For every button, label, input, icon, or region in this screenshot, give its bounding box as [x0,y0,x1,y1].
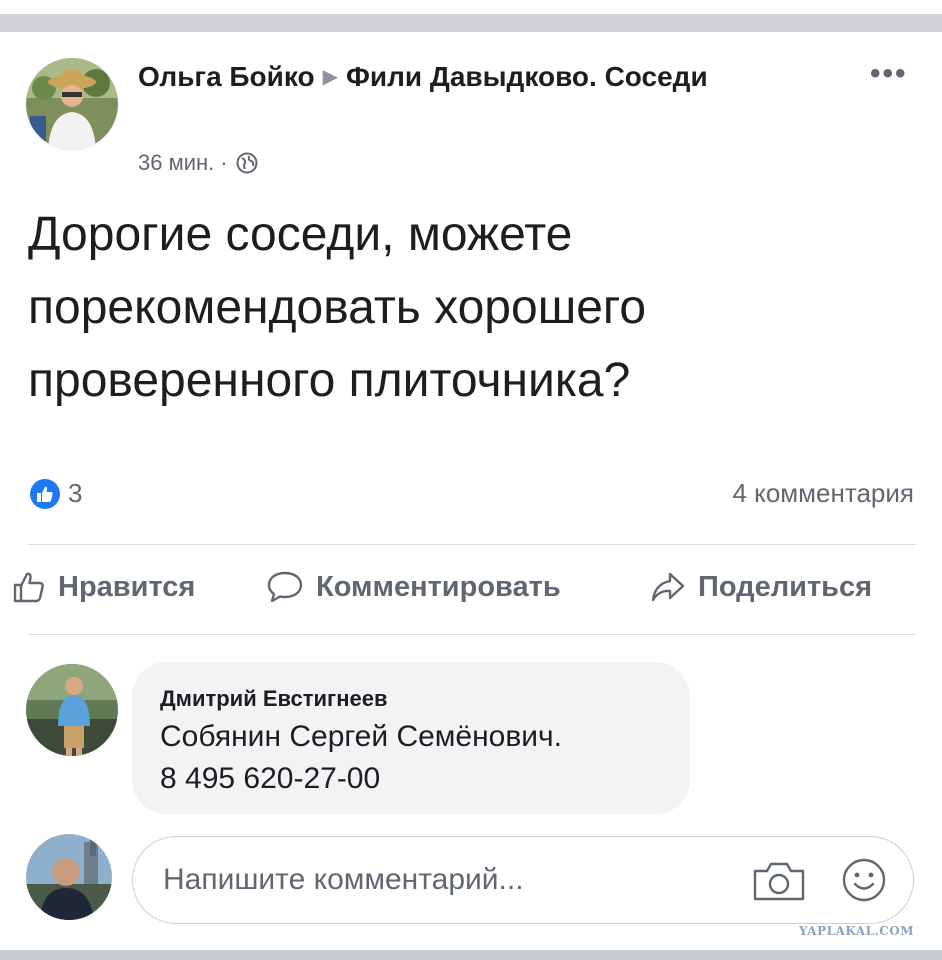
comment-button-label: Комментировать [316,570,561,603]
bottom-bar [0,950,942,960]
speech-bubble-icon [267,571,303,603]
reactions-summary[interactable]: 3 [30,478,82,509]
top-divider [0,14,942,32]
post-header-title: Ольга Бойко ▶ Фили Давыдково. Соседи [138,58,818,96]
like-button[interactable]: Нравится [12,570,195,604]
like-reaction-icon [30,478,60,509]
emoji-smiley-icon[interactable] [841,857,887,908]
post-body: Дорогие соседи, можете порекомендовать х… [28,208,647,407]
share-arrow-icon [651,572,685,602]
comment-bubble: Дмитрий Евстигнеев Собянин Сергей Семёно… [132,662,690,814]
divider-bottom [28,634,916,635]
thumbs-up-icon [13,572,44,603]
comment-author-link[interactable]: Дмитрий Евстигнеев [160,686,387,712]
top-bar [0,0,942,32]
comments-count-link[interactable]: 4 комментария [732,478,914,509]
post-meta: 36 мин. · [138,150,258,180]
like-button-label: Нравится [58,570,196,603]
watermark: YAPLAKAL.COM [798,924,914,938]
arrow-right-icon: ▶ [322,66,339,88]
comment-composer [132,836,914,924]
camera-icon[interactable] [751,859,807,908]
globe-icon[interactable] [236,152,258,180]
share-button[interactable]: Поделиться [650,570,872,604]
comment-text-line1: Собянин Сергей Семёнович. [160,720,563,753]
comment-text-line2: 8 495 620-27-00 [160,762,381,795]
share-button-label: Поделиться [698,570,873,603]
comment-button[interactable]: Комментировать [266,570,561,604]
reactions-count: 3 [68,478,83,508]
more-options-icon[interactable]: ••• [870,59,908,89]
post-timestamp[interactable]: 36 мин. [138,150,214,175]
commenter-avatar[interactable] [26,664,118,756]
meta-separator: · [220,150,228,175]
comment-input[interactable] [161,859,705,901]
divider-top [28,544,916,545]
author-name-link[interactable]: Ольга Бойко [138,61,315,92]
author-avatar[interactable] [26,58,118,150]
group-name-link[interactable]: Фили Давыдково. Соседи [346,61,708,92]
current-user-avatar [26,834,112,920]
